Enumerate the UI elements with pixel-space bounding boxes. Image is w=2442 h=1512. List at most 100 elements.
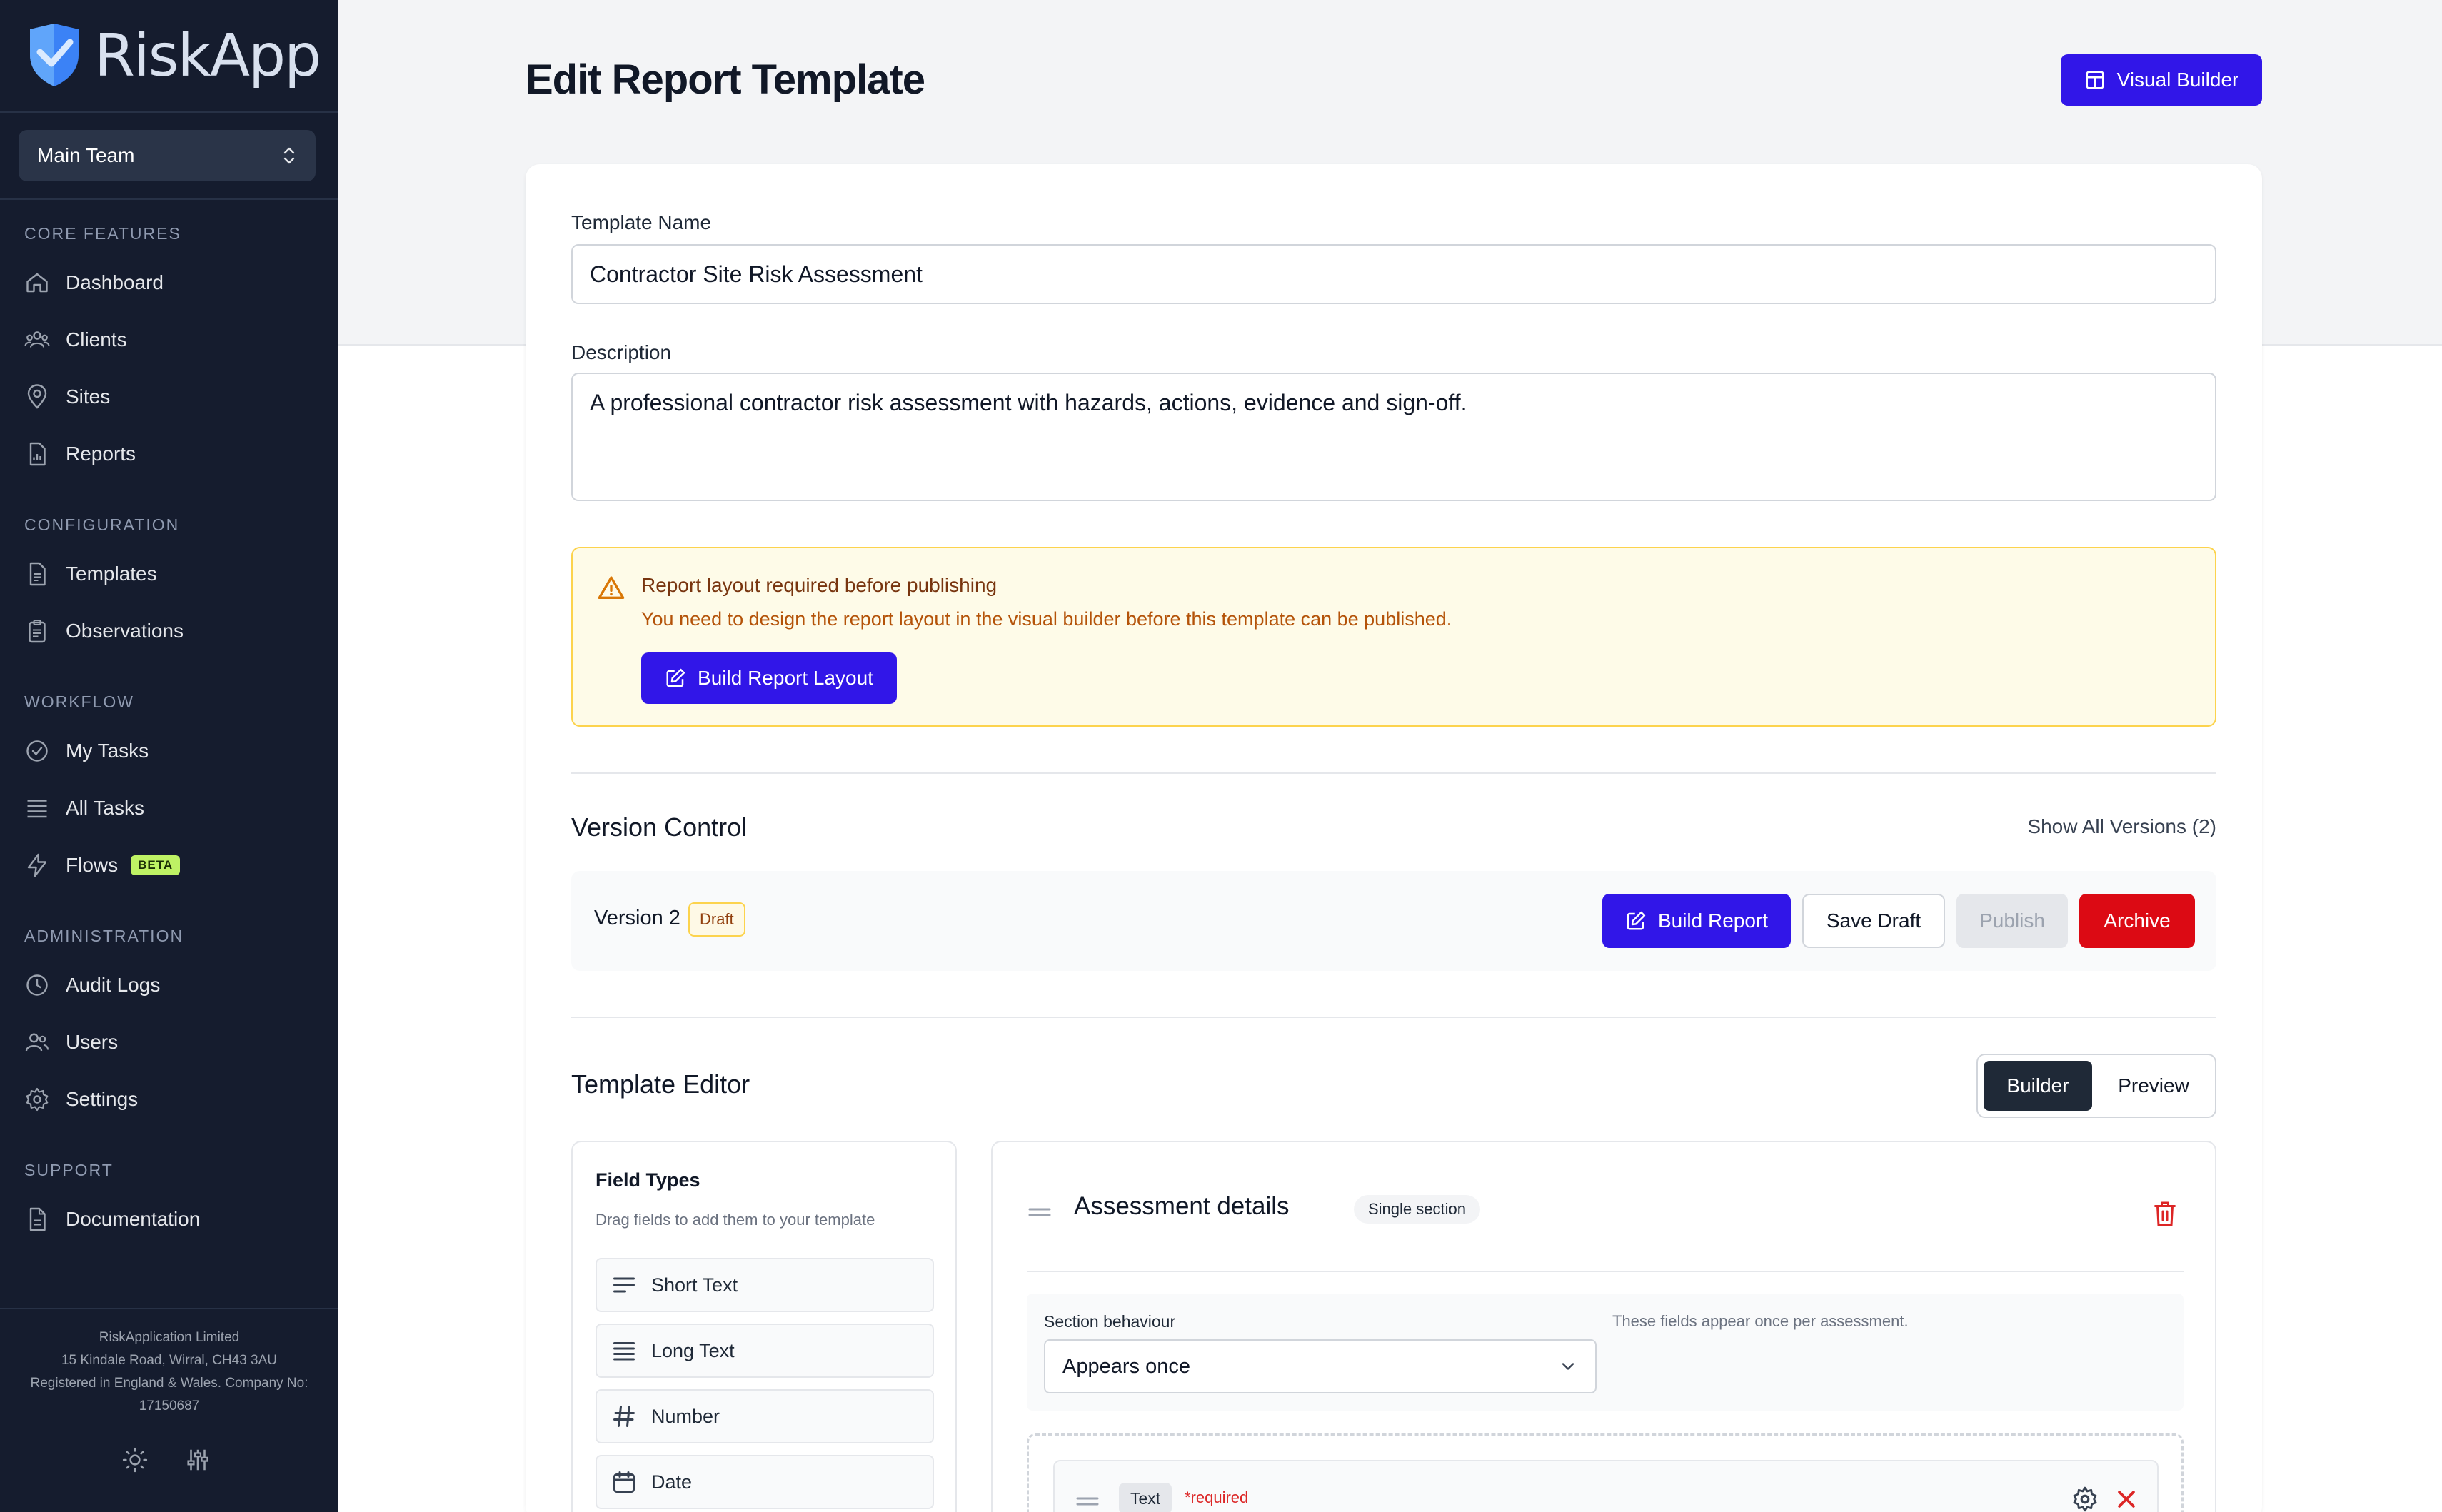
sidebar-item-label: Settings: [66, 1088, 139, 1110]
sidebar-item-audit-logs[interactable]: Audit Logs: [24, 964, 317, 1007]
sidebar-item-label: My Tasks: [66, 740, 149, 762]
calendar-icon: [613, 1471, 635, 1493]
divider: [1027, 1271, 2184, 1272]
sidebar-item-users[interactable]: Users: [24, 1021, 317, 1064]
sidebar-item-label: Sites: [66, 385, 111, 408]
brand-logo[interactable]: RiskApp: [26, 20, 321, 91]
required-tag: *required: [1185, 1488, 1249, 1506]
editor-mode-toggle: Builder Preview: [1976, 1054, 2216, 1118]
team-select[interactable]: Main Team: [19, 130, 316, 181]
sidebar-item-label: Observations: [66, 620, 184, 642]
sidebar-item-reports[interactable]: Reports: [24, 433, 317, 475]
sidebar-item-settings[interactable]: Settings: [24, 1078, 317, 1121]
template-file-icon: [29, 562, 46, 586]
field-type-short-text[interactable]: Short Text: [596, 1258, 934, 1312]
version-row: Version 2 Draft Build Report Save Draft …: [571, 871, 2216, 971]
nav-section-configuration: CONFIGURATION: [24, 515, 180, 534]
publish-button[interactable]: Publish: [1956, 894, 2068, 948]
short-text-icon: [613, 1277, 635, 1293]
beta-badge: BETA: [131, 855, 181, 875]
field-type-label: Long Text: [651, 1339, 735, 1361]
sidebar-item-observations[interactable]: Observations: [24, 610, 317, 652]
footer-line: RiskApplication Limited: [99, 1330, 240, 1345]
section-behaviour-value: Appears once: [1062, 1354, 1190, 1378]
report-file-icon: [29, 442, 46, 466]
divider: [571, 1017, 2216, 1018]
company-footer: RiskApplication Limited 15 Kindale Road,…: [0, 1326, 338, 1418]
field-types-title: Field Types: [596, 1169, 700, 1191]
nav-section-workflow: WORKFLOW: [24, 692, 134, 711]
status-badge: Draft: [688, 902, 745, 937]
field-dropzone[interactable]: Text *required: [1027, 1433, 2184, 1512]
save-draft-button[interactable]: Save Draft: [1802, 894, 1945, 948]
visual-builder-label: Visual Builder: [2116, 69, 2239, 91]
section-behaviour-help: These fields appear once per assessment.: [1612, 1312, 1909, 1330]
sidebar-item-dashboard[interactable]: Dashboard: [24, 261, 317, 304]
nav-section-administration: ADMINISTRATION: [24, 927, 184, 945]
sidebar-item-clients[interactable]: Clients: [24, 318, 317, 361]
preview-tab[interactable]: Preview: [2099, 1061, 2208, 1111]
sun-icon[interactable]: [121, 1446, 149, 1473]
drag-handle-icon[interactable]: [1028, 1205, 1051, 1219]
nav-section-core-features: CORE FEATURES: [24, 224, 181, 243]
footer-icons: [121, 1446, 211, 1473]
description-textarea[interactable]: A professional contractor risk assessmen…: [571, 373, 2216, 501]
sidebar-item-my-tasks[interactable]: My Tasks: [24, 730, 317, 772]
gear-icon: [26, 1087, 49, 1112]
show-all-versions-link[interactable]: Show All Versions (2): [2027, 815, 2216, 838]
drag-handle-icon[interactable]: [1076, 1494, 1099, 1508]
sidebar-divider: [0, 198, 338, 200]
trash-icon[interactable]: [2152, 1199, 2178, 1228]
long-text-icon: [613, 1342, 635, 1361]
nav-section-support: SUPPORT: [24, 1161, 114, 1179]
sidebar-item-templates[interactable]: Templates: [24, 553, 317, 595]
list-icon: [27, 800, 47, 818]
sidebar: RiskApp Main Team CORE FEATURES Dashboar…: [0, 0, 338, 1512]
document-icon: [29, 1207, 46, 1231]
sidebar-item-label: Templates: [66, 563, 157, 585]
team-select-value: Main Team: [37, 144, 135, 166]
template-editor-title: Template Editor: [571, 1069, 750, 1099]
field-type-label: Date: [651, 1471, 693, 1493]
home-icon: [26, 273, 48, 293]
section-behaviour-box: Section behaviour Appears once These fie…: [1027, 1294, 2184, 1411]
build-report-button[interactable]: Build Report: [1602, 894, 1791, 948]
users-group-icon: [24, 331, 50, 348]
build-report-layout-button[interactable]: Build Report Layout: [641, 652, 897, 704]
users-icon: [25, 1033, 49, 1052]
field-row[interactable]: Text *required: [1053, 1460, 2159, 1512]
sidebar-item-label: Audit Logs: [66, 974, 161, 996]
build-report-layout-label: Build Report Layout: [698, 667, 873, 689]
field-type-badge: Text: [1119, 1483, 1172, 1512]
warning-icon: [598, 576, 625, 599]
section-behaviour-select[interactable]: Appears once: [1044, 1339, 1597, 1393]
section-card: Assessment details Single section Sectio…: [991, 1141, 2216, 1512]
sidebar-item-documentation[interactable]: Documentation: [24, 1198, 317, 1241]
sidebar-item-sites[interactable]: Sites: [24, 376, 317, 418]
page-title: Edit Report Template: [526, 56, 925, 103]
archive-button[interactable]: Archive: [2079, 894, 2195, 948]
edit-icon: [666, 668, 685, 687]
sidebar-item-label: All Tasks: [66, 797, 144, 819]
visual-builder-button[interactable]: Visual Builder: [2061, 54, 2262, 106]
field-type-number[interactable]: Number: [596, 1389, 934, 1443]
sidebar-item-all-tasks[interactable]: All Tasks: [24, 787, 317, 830]
adjustments-icon[interactable]: [184, 1446, 211, 1473]
hash-icon: [613, 1406, 635, 1427]
template-name-label: Template Name: [571, 211, 712, 233]
section-type-badge: Single section: [1354, 1195, 1480, 1224]
sidebar-item-flows[interactable]: Flows BETA: [24, 844, 317, 887]
builder-tab[interactable]: Builder: [1984, 1061, 2092, 1111]
layout-icon: [2086, 71, 2104, 89]
field-types-subtitle: Drag fields to add them to your template: [596, 1211, 875, 1229]
shield-logo-icon: [30, 24, 79, 86]
sidebar-item-label: Users: [66, 1031, 119, 1053]
gear-icon[interactable]: [2071, 1486, 2099, 1512]
field-type-long-text[interactable]: Long Text: [596, 1324, 934, 1378]
field-type-date[interactable]: Date: [596, 1455, 934, 1509]
section-title: Assessment details: [1074, 1192, 1290, 1220]
close-icon[interactable]: [2114, 1487, 2139, 1511]
lightning-icon: [27, 853, 47, 877]
sidebar-item-label: Clients: [66, 328, 127, 351]
template-name-input[interactable]: Contractor Site Risk Assessment: [571, 244, 2216, 304]
